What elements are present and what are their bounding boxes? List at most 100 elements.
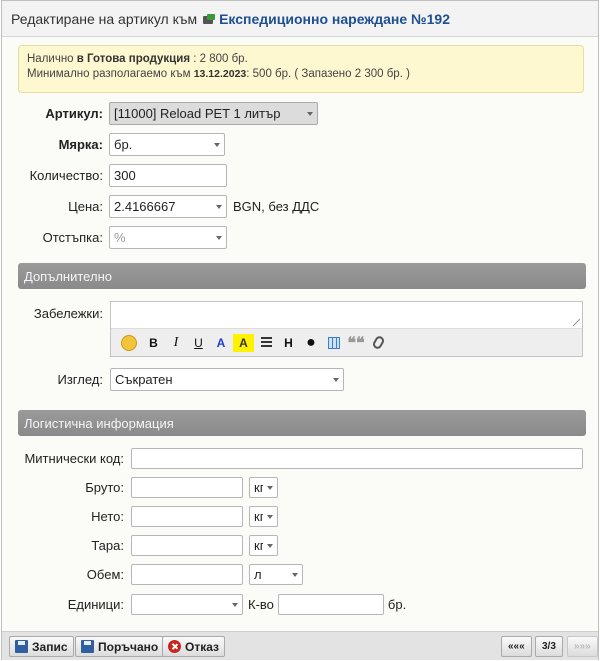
tare-unit-select[interactable]: кг xyxy=(249,535,278,556)
measure-select[interactable]: бр. xyxy=(109,133,225,156)
customs-code-input[interactable] xyxy=(131,448,583,469)
additional-section-header[interactable]: Допълнително xyxy=(18,263,586,289)
gross-input[interactable] xyxy=(131,477,243,498)
volume-unit-select[interactable]: л xyxy=(249,564,303,585)
view-label: Изглед: xyxy=(57,372,104,387)
net-unit-select[interactable]: кг xyxy=(249,506,278,527)
ordered-button-label: Поръчано xyxy=(98,639,159,654)
paperclip-icon xyxy=(371,334,386,351)
discount-value: % xyxy=(114,230,126,245)
edit-article-dialog: Редактиране на артикул към Експедиционно… xyxy=(1,0,599,660)
tare-label: Тара: xyxy=(91,538,124,553)
measure-label: Мярка xyxy=(58,137,99,152)
min-available-prefix: Минимално разполагаемо към xyxy=(27,68,191,80)
net-unit-value: кг xyxy=(254,509,263,524)
volume-unit-value: л xyxy=(254,567,262,582)
quantity-value: 300 xyxy=(114,168,136,183)
page-indicator: 3/3 xyxy=(535,636,563,657)
article-label: Артикул xyxy=(45,106,99,121)
resize-handle-icon[interactable] xyxy=(573,319,580,326)
dialog-titlebar: Редактиране на артикул към Експедиционно… xyxy=(2,1,598,37)
chevron-down-icon xyxy=(232,602,238,607)
price-label: Цена: xyxy=(68,199,103,214)
attach-button[interactable] xyxy=(368,334,389,352)
chevron-down-icon xyxy=(216,204,222,209)
available-quantity: : 2 800 бр. xyxy=(193,53,248,65)
text-color-button[interactable]: A xyxy=(211,334,232,352)
logistics-section-header[interactable]: Логистична информация xyxy=(18,410,586,436)
chevron-down-icon xyxy=(214,142,220,147)
units-qty-input[interactable] xyxy=(277,594,384,615)
min-available-date: 13.12.2023 xyxy=(193,68,247,80)
price-value: 2.4166667 xyxy=(114,199,176,214)
chevron-down-icon xyxy=(267,543,273,548)
volume-input[interactable] xyxy=(131,564,243,585)
highlight-button[interactable]: A xyxy=(233,333,254,352)
last-page-button[interactable]: »»» xyxy=(567,636,598,657)
document-link-label[interactable]: Експедиционно нареждане №192 xyxy=(219,11,450,27)
table-icon xyxy=(327,336,340,349)
quantity-label: Количество: xyxy=(29,168,103,183)
units-qty-label: К-во xyxy=(248,597,274,612)
chevron-down-icon xyxy=(267,485,273,490)
units-label: Единици: xyxy=(67,597,124,612)
cancel-icon xyxy=(168,640,181,653)
view-select[interactable]: Съкратен xyxy=(110,368,344,391)
net-input[interactable] xyxy=(131,506,243,527)
italic-button[interactable]: I xyxy=(166,334,187,352)
chevron-down-icon xyxy=(267,514,273,519)
underline-button[interactable]: U xyxy=(188,334,209,352)
quantity-input[interactable]: 300 xyxy=(109,164,227,187)
logistics-section-title: Логистична информация xyxy=(24,415,174,431)
view-value: Съкратен xyxy=(115,372,173,387)
gross-label: Бруто: xyxy=(85,480,124,495)
save-button[interactable]: Запис xyxy=(9,636,74,657)
volume-label: Обем: xyxy=(86,567,124,582)
chevron-down-icon xyxy=(216,235,222,240)
availability-notice: Налично в Готова продукция : 2 800 бр. М… xyxy=(18,45,584,93)
chevron-down-icon xyxy=(307,111,313,116)
dialog-footer: Запис Поръчано Отказ ««« 3/3 »»» xyxy=(2,631,598,660)
discount-label: Отстъпка: xyxy=(42,230,103,245)
additional-section-title: Допълнително xyxy=(24,268,112,284)
cancel-button[interactable]: Отказ xyxy=(162,636,226,657)
save-button-label: Запис xyxy=(32,639,68,654)
store-name: в Готова продукция xyxy=(76,53,191,65)
dialog-title: Редактиране на артикул към xyxy=(11,10,198,27)
document-link[interactable]: Експедиционно нареждане №192 xyxy=(203,11,450,27)
measure-value: бр. xyxy=(114,137,133,152)
units-select[interactable] xyxy=(131,594,243,615)
notes-textarea[interactable] xyxy=(111,302,582,328)
tare-unit-value: кг xyxy=(254,538,263,553)
price-combo[interactable]: 2.4166667 xyxy=(109,195,227,218)
discount-combo[interactable]: % xyxy=(109,226,227,249)
price-currency-note: BGN, без ДДС xyxy=(233,199,320,214)
units-qty-unit: бр. xyxy=(387,597,407,612)
emoji-icon[interactable] xyxy=(121,334,137,351)
floppy-icon xyxy=(81,640,94,653)
heading-button[interactable]: H xyxy=(278,334,299,352)
net-label: Нето: xyxy=(91,509,124,524)
shipment-icon xyxy=(203,13,216,24)
table-button[interactable] xyxy=(323,334,344,352)
gross-unit-value: кг xyxy=(254,480,263,495)
article-value: [11000] Reload PET 1 литър xyxy=(114,106,281,121)
ordered-button[interactable]: Поръчано xyxy=(75,636,165,657)
notes-toolbar: B I U A A H ● ❝❝ xyxy=(111,328,582,356)
notes-label: Забележки: xyxy=(33,306,103,321)
quote-button[interactable]: ❝❝ xyxy=(346,334,367,352)
chevron-down-icon xyxy=(292,572,298,577)
floppy-icon xyxy=(15,640,28,653)
gross-unit-select[interactable]: кг xyxy=(249,477,278,498)
customs-code-label: Митнически код: xyxy=(24,451,124,466)
notes-editor[interactable]: B I U A A H ● ❝❝ xyxy=(110,301,583,357)
min-available-quantity: : 500 бр. ( Запазено 2 300 бр. ) xyxy=(246,68,410,80)
tare-input[interactable] xyxy=(131,535,243,556)
align-lines-icon xyxy=(260,337,272,348)
first-page-button[interactable]: ««« xyxy=(501,636,532,657)
article-select[interactable]: [11000] Reload PET 1 литър xyxy=(109,102,318,125)
availability-prefix: Налично xyxy=(27,53,74,65)
bold-button[interactable]: B xyxy=(143,334,164,352)
bullet-list-button[interactable]: ● xyxy=(301,334,322,352)
align-button[interactable] xyxy=(256,334,277,352)
